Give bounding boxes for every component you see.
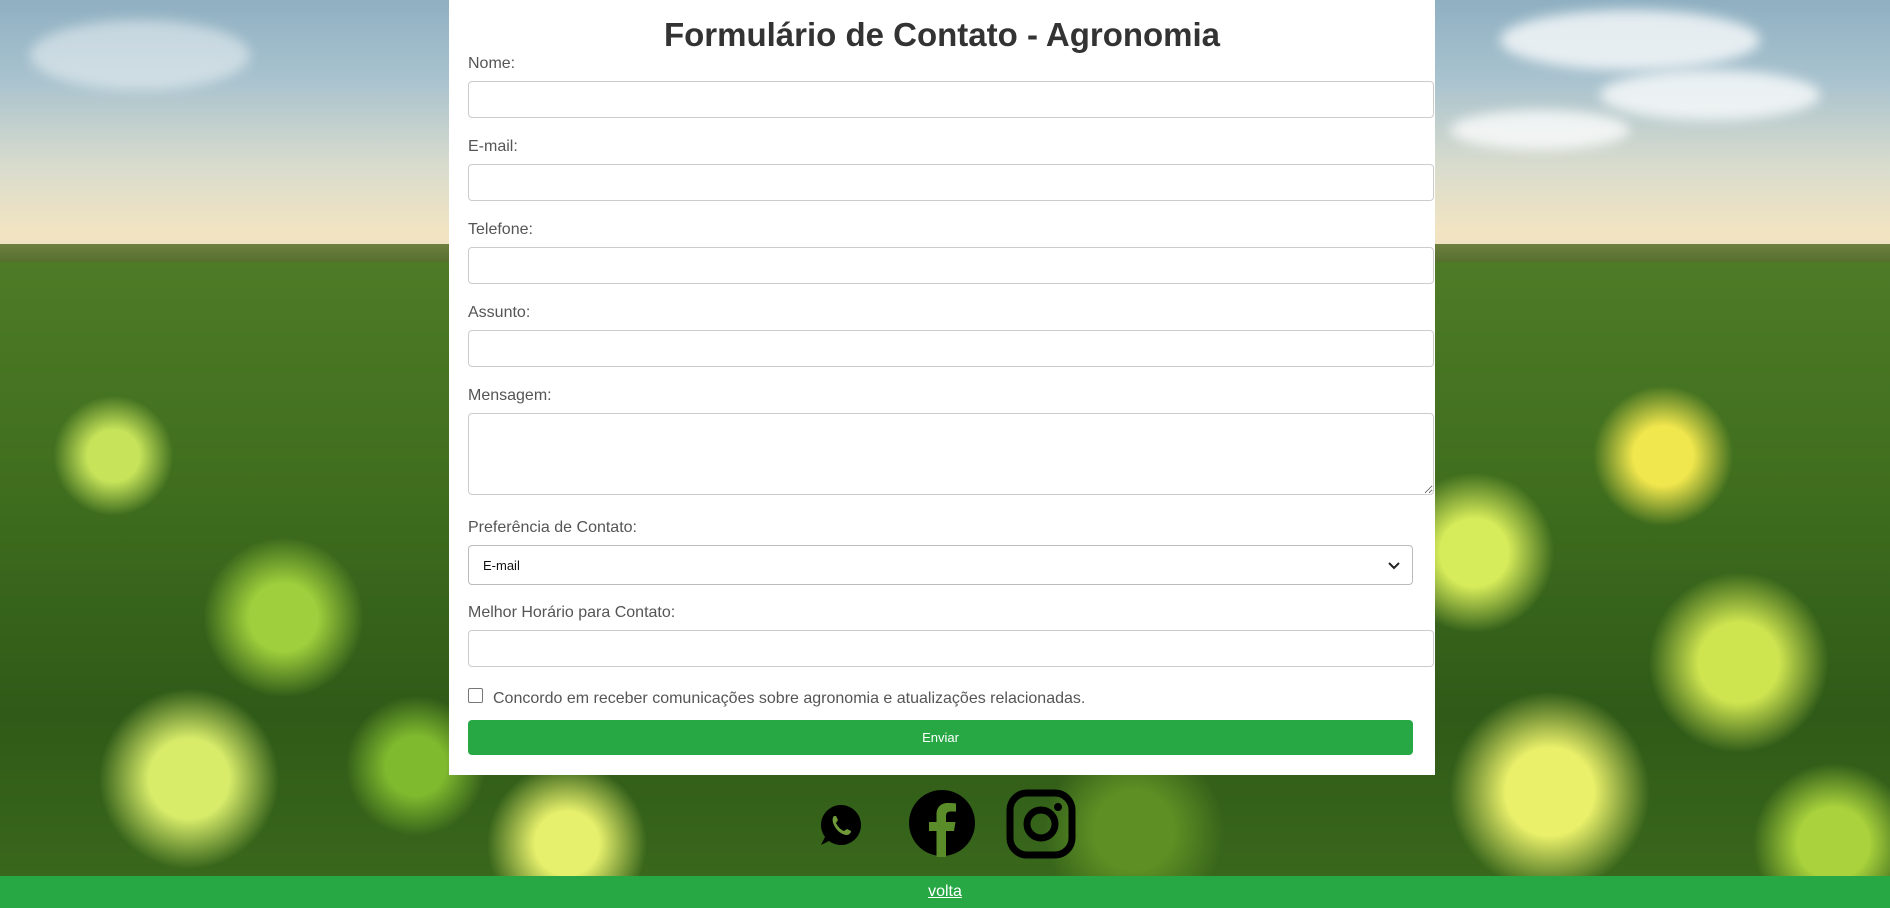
cloud [30, 20, 250, 90]
page-title: Formulário de Contato - Agronomia [663, 16, 1221, 53]
whatsapp-link[interactable] [816, 800, 866, 850]
email-label: E-mail: [468, 138, 518, 155]
horario-input[interactable] [468, 630, 1434, 667]
whatsapp-icon [821, 805, 861, 845]
assunto-label: Assunto: [468, 304, 531, 321]
cloud [1500, 10, 1760, 70]
consent-label: Concordo em receber comunicações sobre a… [493, 690, 1086, 707]
instagram-icon [1006, 789, 1076, 859]
facebook-icon [909, 790, 975, 857]
assunto-input[interactable] [468, 330, 1434, 367]
email-input[interactable] [468, 164, 1434, 201]
preferencia-select[interactable]: E-mail [468, 545, 1413, 585]
instagram-link[interactable] [1006, 789, 1076, 859]
preferencia-label: Preferência de Contato: [468, 519, 637, 536]
telefone-input[interactable] [468, 247, 1434, 284]
horario-label: Melhor Horário para Contato: [468, 604, 676, 621]
contact-form-card: Formulário de Contato - Agronomia Nome: … [449, 0, 1435, 775]
telefone-label: Telefone: [468, 221, 533, 238]
cloud [1450, 110, 1630, 150]
chevron-down-icon [1388, 562, 1400, 570]
submit-button[interactable]: Enviar [468, 720, 1413, 755]
nome-label: Nome: [468, 55, 516, 72]
consent-checkbox[interactable] [468, 688, 483, 703]
preferencia-selected-value: E-mail [483, 557, 520, 573]
consent-row: Concordo em receber comunicações sobre a… [468, 686, 1085, 708]
facebook-link[interactable] [908, 789, 976, 857]
mensagem-textarea[interactable] [468, 413, 1434, 495]
cloud [1600, 70, 1820, 120]
mensagem-label: Mensagem: [468, 387, 552, 404]
footer-bar: volta [0, 876, 1890, 908]
back-link[interactable]: volta [928, 883, 962, 901]
nome-input[interactable] [468, 81, 1434, 118]
